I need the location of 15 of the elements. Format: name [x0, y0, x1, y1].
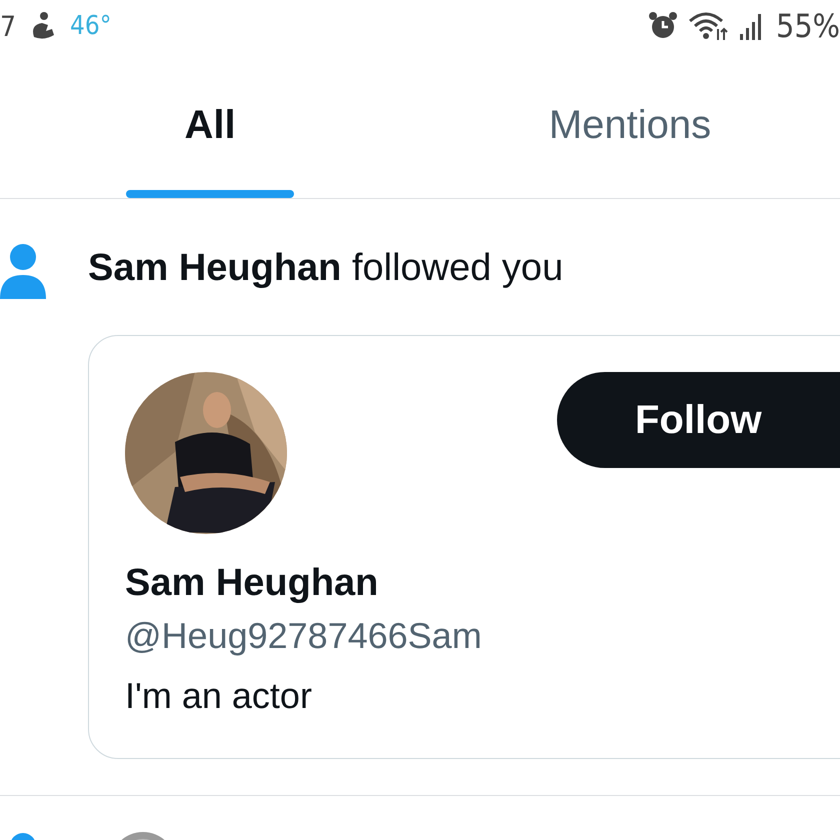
- alarm-icon: [648, 11, 678, 41]
- tab[interactable]: Mentions: [548, 103, 712, 148]
- follow-button[interactable]: Follow: [557, 372, 840, 468]
- clock-text: 7: [0, 10, 16, 42]
- temperature-text: 46°: [70, 11, 112, 41]
- profile-handle: @Heug92787466Sam: [125, 615, 483, 657]
- profile-name: Sam Heughan: [125, 562, 380, 605]
- weather-icon: [30, 11, 56, 41]
- person-icon: [0, 243, 46, 299]
- wifi-icon: [688, 11, 730, 41]
- notification-text: Sam Heughan followed you: [88, 246, 564, 291]
- profile-bio: I'm an actor: [125, 675, 313, 717]
- battery-text: 55%: [776, 7, 840, 45]
- tab[interactable]: All: [184, 103, 236, 148]
- profile-card[interactable]: Follow Sam Heughan @Heug92787466Sam I'm an actor: [88, 335, 840, 759]
